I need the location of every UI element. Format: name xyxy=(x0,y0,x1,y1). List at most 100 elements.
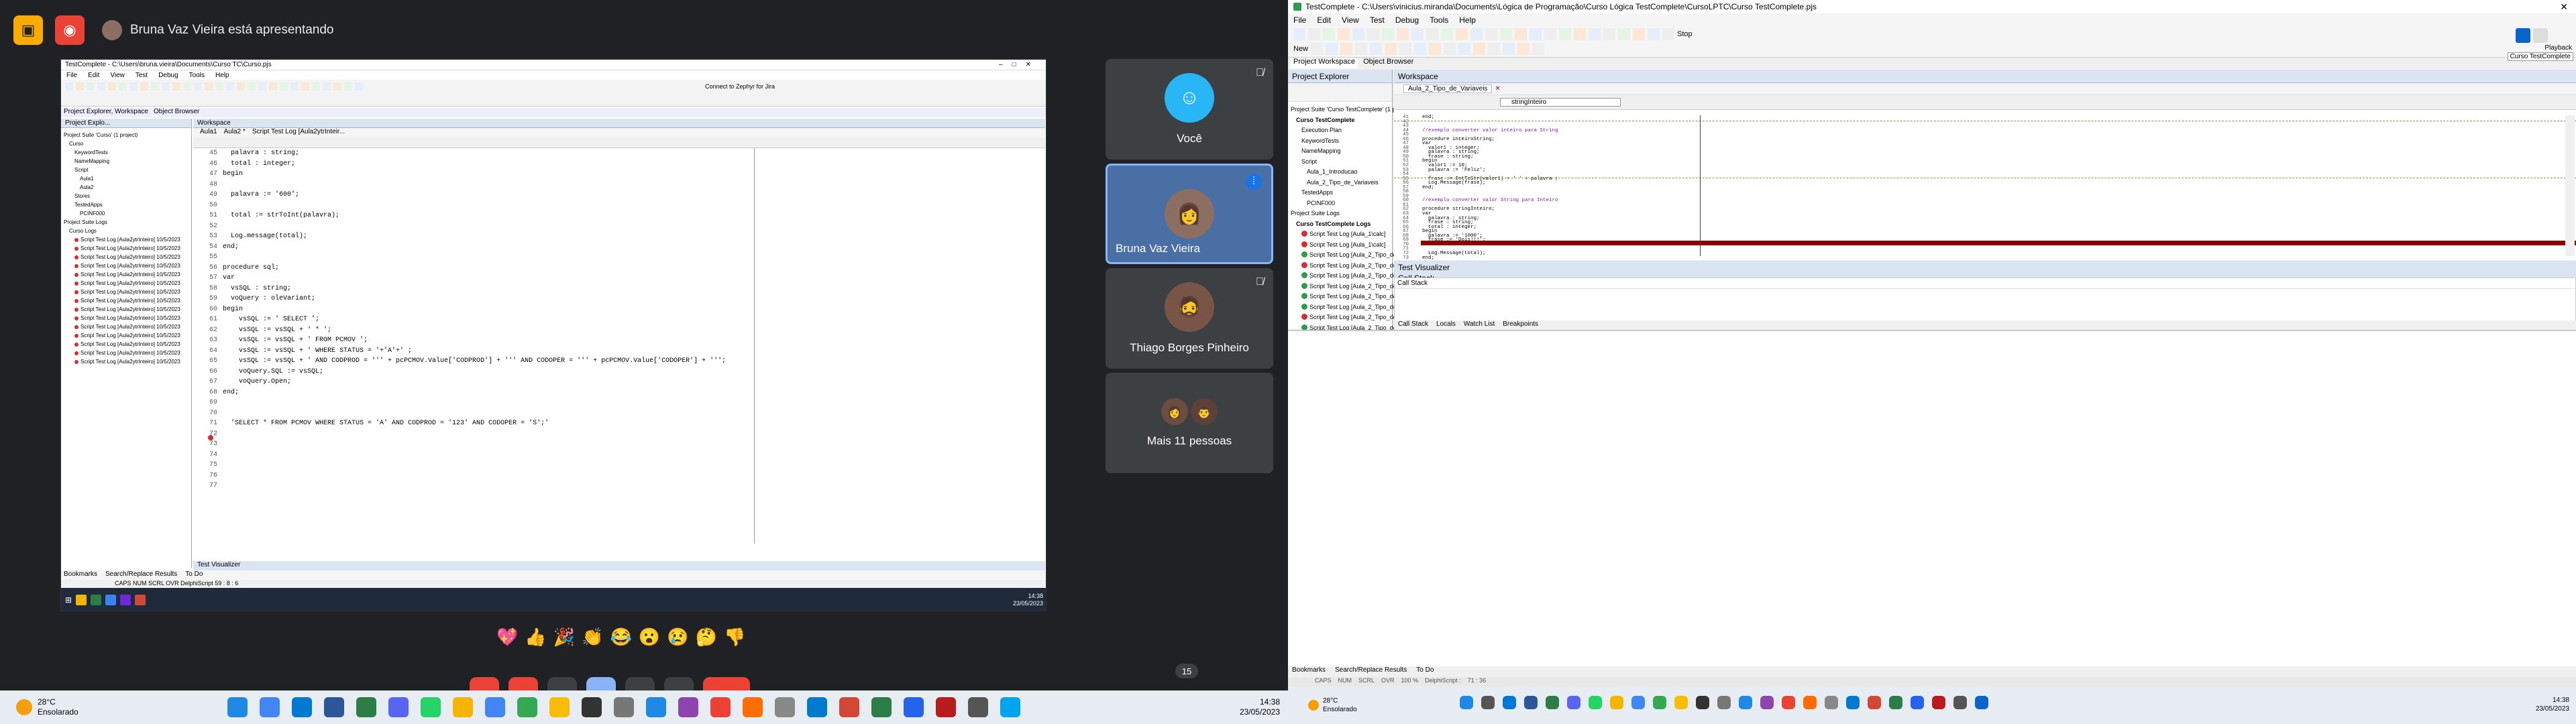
app-icon[interactable] xyxy=(646,697,666,717)
reaction-emoji[interactable]: 👏 xyxy=(582,627,603,651)
close-icon[interactable]: ✕ xyxy=(2560,1,2576,13)
shared-tab-object[interactable]: Object Browser xyxy=(154,108,199,117)
toolbar-icon[interactable] xyxy=(1426,28,1438,40)
start-icon[interactable] xyxy=(1460,696,1473,709)
tree-item[interactable]: NameMapping xyxy=(64,157,189,166)
bottom-tab[interactable]: To Do xyxy=(1416,666,1434,677)
tree-item[interactable]: Script Test Log [Aula2ytrInteiro] 10/5/2… xyxy=(64,349,189,357)
excel-icon[interactable] xyxy=(1546,696,1559,709)
toolbar-icon[interactable] xyxy=(323,82,331,90)
tc-code[interactable]: end; //exemplo converter valor inteiro p… xyxy=(1422,115,1558,260)
menu-help[interactable]: Help xyxy=(1454,15,1481,25)
toolbar-icon[interactable] xyxy=(1311,43,1324,55)
toolbar-icon[interactable] xyxy=(1517,43,1530,55)
tree-item[interactable]: Aula1 xyxy=(64,174,189,183)
toolbar-icon[interactable] xyxy=(1382,28,1394,40)
tree-item[interactable]: Aula2 xyxy=(64,183,189,192)
toolbar-icon[interactable] xyxy=(76,82,84,90)
toolbar-icon[interactable] xyxy=(1308,28,1320,40)
toolbar-icon[interactable] xyxy=(1397,28,1409,40)
toolbar-icon[interactable] xyxy=(1485,28,1497,40)
testcomplete-icon[interactable] xyxy=(1000,697,1020,717)
tree-item[interactable]: Script Test Log [Aula_2_Tipo_de xyxy=(1291,312,1397,323)
app-icon[interactable] xyxy=(1953,696,1967,709)
app-icon[interactable] xyxy=(549,697,570,717)
tree-item[interactable]: Script Test Log [Aula2ytrInteiro] 10/5/2… xyxy=(64,331,189,340)
bottom-tab[interactable]: To Do xyxy=(185,570,203,580)
toolbar-icon[interactable] xyxy=(226,82,234,90)
close-tab-icon[interactable]: ✕ xyxy=(1495,85,1500,93)
tile-you[interactable]: 🎙̸ ☺ Você xyxy=(1106,59,1273,160)
app-icon[interactable] xyxy=(936,697,956,717)
toolbar-icon[interactable] xyxy=(1367,28,1379,40)
toolbar-icon[interactable] xyxy=(87,82,95,90)
tree-item[interactable]: PCINF000 xyxy=(64,209,189,218)
toolbar-icon[interactable] xyxy=(1293,28,1305,40)
tree-item[interactable]: Script Test Log [Aula2ytrInteiro] 10/5/2… xyxy=(64,305,189,314)
toolbar-icon[interactable] xyxy=(129,82,138,90)
file-explorer-icon[interactable] xyxy=(292,697,312,717)
toolbar-icon[interactable] xyxy=(1385,43,1397,55)
excel-icon[interactable] xyxy=(356,697,376,717)
tree-item[interactable]: TestedApps xyxy=(1291,188,1389,198)
end-call-button[interactable] xyxy=(703,677,750,690)
shared-tab-project[interactable]: Project Explorer, Workspace xyxy=(64,108,148,117)
app-icon[interactable] xyxy=(1825,696,1838,709)
tile-bruna[interactable]: ⦙ 👩 Bruna Vaz Vieira xyxy=(1106,164,1273,264)
tree-item[interactable]: KeywordTests xyxy=(64,148,189,157)
breakpoint-icon[interactable] xyxy=(208,435,213,440)
toolbar-icon[interactable] xyxy=(1515,28,1527,40)
toolbar-icon[interactable] xyxy=(1532,43,1545,55)
toolbar-icon[interactable] xyxy=(1529,28,1542,40)
app-icon[interactable] xyxy=(871,697,892,717)
tree-item[interactable]: Script Test Log [Aula2ytrInteiro] 10/5/2… xyxy=(64,322,189,331)
tree-item[interactable]: Script Test Log [Aula_1\calc] xyxy=(1291,240,1389,251)
toolbar-icon[interactable] xyxy=(1441,28,1453,40)
toolbar-icon[interactable] xyxy=(1326,43,1338,55)
shared-code[interactable]: palavra : string; total : integer; begin… xyxy=(223,148,726,460)
tab-project-workspace[interactable]: Project Workspace xyxy=(1291,58,1358,68)
toolbar-icon[interactable] xyxy=(1574,28,1586,40)
toolbar-icon[interactable] xyxy=(162,82,170,90)
tab-object-browser[interactable]: Object Browser xyxy=(1360,58,1416,68)
toolbar-icon[interactable] xyxy=(1352,28,1364,40)
chrome-icon[interactable] xyxy=(485,697,505,717)
toolbar-icon[interactable] xyxy=(1355,43,1368,55)
app-icon[interactable] xyxy=(1889,696,1902,709)
tree-item[interactable]: Aula_1_Introducao xyxy=(1291,167,1389,178)
app-icon[interactable] xyxy=(1868,696,1881,709)
tree-item[interactable]: Script Test Log [Aula2ytrInteiro] 10/5/2… xyxy=(64,244,189,253)
app-icon[interactable] xyxy=(1696,696,1709,709)
toolbar-icon[interactable] xyxy=(1340,43,1353,55)
menu-tools[interactable]: Tools xyxy=(1424,15,1454,25)
editor-tab[interactable]: Aula1 xyxy=(200,128,217,137)
routine-dropdown[interactable]: stringInteiro xyxy=(1500,98,1621,107)
reaction-emoji[interactable]: 💖 xyxy=(496,627,518,651)
toolbar-icon[interactable] xyxy=(1473,43,1486,55)
toolbar-icon[interactable] xyxy=(119,82,127,90)
menu-view[interactable]: View xyxy=(105,72,130,79)
tree-item[interactable]: Curso TestComplete Logs xyxy=(1291,219,1389,230)
toolbar-icon[interactable] xyxy=(1488,43,1501,55)
toolbar-icon[interactable] xyxy=(1559,28,1571,40)
app-icon[interactable] xyxy=(1717,696,1731,709)
tree-item[interactable]: Script Test Log [Aula2ytrInteiro] 10/5/2… xyxy=(64,279,189,288)
stop-label[interactable]: Stop xyxy=(1677,30,1693,38)
tree-item[interactable]: Project Suite 'Curso' (1 project) xyxy=(64,131,189,139)
tree-item[interactable]: Script Test Log [Aula_2_Tipo_de xyxy=(1291,250,1397,261)
toolbar-icon[interactable] xyxy=(1503,43,1515,55)
app-icon[interactable] xyxy=(1782,696,1795,709)
toolbar-icon[interactable] xyxy=(280,82,288,90)
tree-item[interactable]: NameMapping xyxy=(1291,146,1389,157)
toolbar-icon[interactable] xyxy=(97,82,105,90)
record-icon[interactable]: ◉ xyxy=(55,15,85,45)
menu-tools[interactable]: Tools xyxy=(184,72,210,79)
bottom-tab[interactable]: Bookmarks xyxy=(1292,666,1326,677)
toolbar-icon[interactable] xyxy=(355,82,363,90)
tree-item[interactable]: Script Test Log [Aula2ytrInteiro] 10/5/2… xyxy=(64,288,189,296)
tree-item[interactable]: Script Test Log [Aula2ytrInteiro] 10/5/2… xyxy=(64,314,189,322)
bottom-tab[interactable]: Search/Replace Results xyxy=(105,570,177,580)
menu-debug[interactable]: Debug xyxy=(1390,15,1424,25)
tree-item[interactable]: TestedApps xyxy=(64,200,189,209)
toolbar-icon[interactable] xyxy=(1648,28,1660,40)
